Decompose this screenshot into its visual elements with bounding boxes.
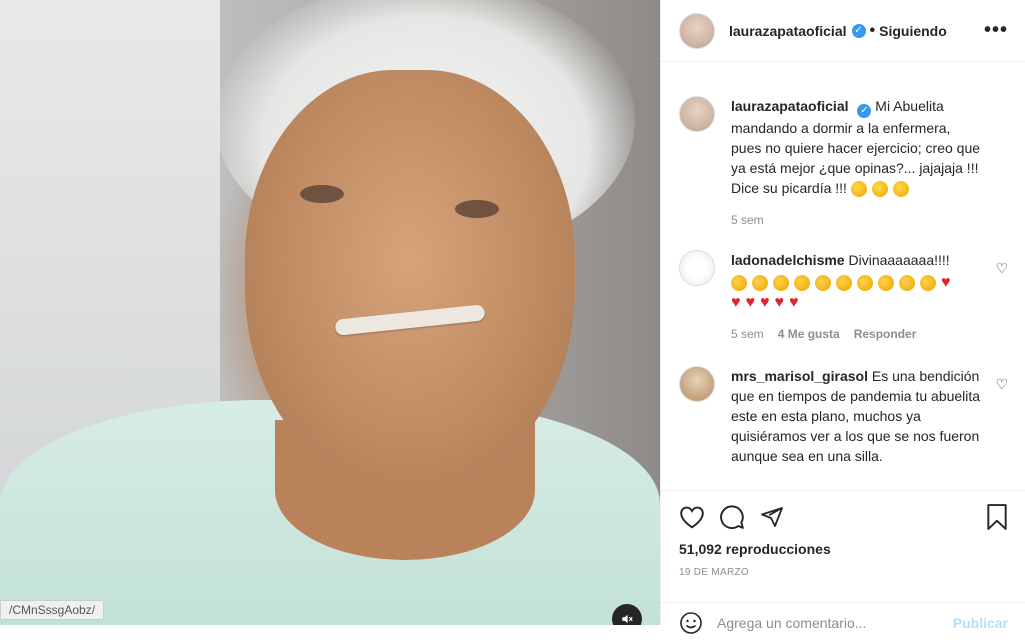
post-actions: 51,092 reproducciones 19 DE MARZO xyxy=(661,490,1025,578)
caption-emojis xyxy=(850,180,914,198)
clapping-emoji-icon xyxy=(752,275,768,292)
avatar[interactable] xyxy=(679,96,715,132)
clapping-emoji-icon xyxy=(794,275,810,292)
video-eye-left xyxy=(300,185,344,203)
video-face xyxy=(245,70,575,490)
comment-time: 5 sem xyxy=(731,327,764,341)
share-paper-plane-icon[interactable] xyxy=(759,505,785,529)
comment-bubble-icon[interactable] xyxy=(719,504,745,530)
post-header: laurazapataoficial ✓ • Siguiendo ••• xyxy=(661,0,1025,62)
add-comment-bar: Agrega un comentario... Publicar xyxy=(661,602,1025,643)
avatar[interactable] xyxy=(679,12,715,49)
clapping-emoji-icon xyxy=(899,275,915,292)
red-heart-icon: ♥ xyxy=(789,294,799,312)
comment-username[interactable]: mrs_marisol_girasol xyxy=(731,368,868,384)
red-heart-icon: ♥ xyxy=(731,294,741,312)
comment-emojis: ♥ ♥ ♥ ♥ ♥ ♥ xyxy=(731,272,981,312)
following-button[interactable]: Siguiendo xyxy=(879,23,947,39)
mute-icon xyxy=(622,614,633,624)
clapping-emoji-icon xyxy=(773,275,789,292)
red-heart-icon: ♥ xyxy=(941,274,951,292)
red-heart-icon: ♥ xyxy=(760,294,770,312)
clapping-emoji-icon xyxy=(920,275,936,292)
view-count[interactable]: 51,092 reproducciones xyxy=(679,541,1008,557)
laughing-emoji-icon xyxy=(871,181,888,198)
clapping-emoji-icon xyxy=(857,275,873,292)
publish-button[interactable]: Publicar xyxy=(953,615,1008,631)
header-username[interactable]: laurazapataoficial xyxy=(729,23,847,39)
more-options-icon[interactable]: ••• xyxy=(984,19,1008,42)
like-heart-icon[interactable] xyxy=(679,505,705,529)
video-eye-right xyxy=(455,200,499,218)
reply-button[interactable]: Responder xyxy=(854,324,917,344)
clapping-emoji-icon xyxy=(815,275,831,292)
laughing-emoji-icon xyxy=(850,181,867,198)
laughing-emoji-icon xyxy=(892,181,909,198)
caption-time: 5 sem xyxy=(731,213,764,227)
caption-username[interactable]: laurazapataoficial xyxy=(731,98,849,114)
verified-badge-icon: ✓ xyxy=(857,104,872,118)
dot-separator: • xyxy=(869,21,876,39)
post-side-panel: laurazapataoficial ✓ • Siguiendo ••• lau… xyxy=(660,0,1025,634)
clapping-emoji-icon xyxy=(836,275,852,292)
post-video[interactable]: /CMnSssgAobz/ xyxy=(0,0,660,625)
list-item: mrs_marisol_girasol Es una bendición que… xyxy=(679,366,1008,466)
comment-username[interactable]: ladonadelchisme xyxy=(731,252,845,268)
comment-input[interactable]: Agrega un comentario... xyxy=(717,615,866,631)
avatar[interactable] xyxy=(679,366,715,402)
clapping-emoji-icon xyxy=(878,275,894,292)
comment-text: Divinaaaaaaa!!!! xyxy=(848,252,950,268)
list-item: ladonadelchisme Divinaaaaaaa!!!! ♥ ♥ ♥ ♥ ♥ ♥… xyxy=(679,250,1008,344)
emoji-smiley-icon[interactable] xyxy=(679,611,703,635)
avatar[interactable] xyxy=(679,250,715,286)
comment-likes[interactable]: 4 Me gusta xyxy=(778,324,840,344)
like-comment-heart-icon[interactable]: ♡ xyxy=(995,376,1008,393)
red-heart-icon: ♥ xyxy=(745,294,756,312)
save-bookmark-icon[interactable] xyxy=(986,504,1008,530)
like-comment-heart-icon[interactable]: ♡ xyxy=(995,260,1008,277)
comments-list: laurazapataoficial ✓ Mi Abuelita mandand… xyxy=(661,62,1025,490)
verified-badge-icon: ✓ xyxy=(851,23,866,38)
url-chip: /CMnSssgAobz/ xyxy=(0,600,105,620)
post-date: 19 DE MARZO xyxy=(679,567,749,578)
clapping-emoji-icon xyxy=(731,275,747,292)
caption: laurazapataoficial ✓ Mi Abuelita mandand… xyxy=(679,96,1008,230)
red-heart-icon: ♥ xyxy=(774,294,785,312)
